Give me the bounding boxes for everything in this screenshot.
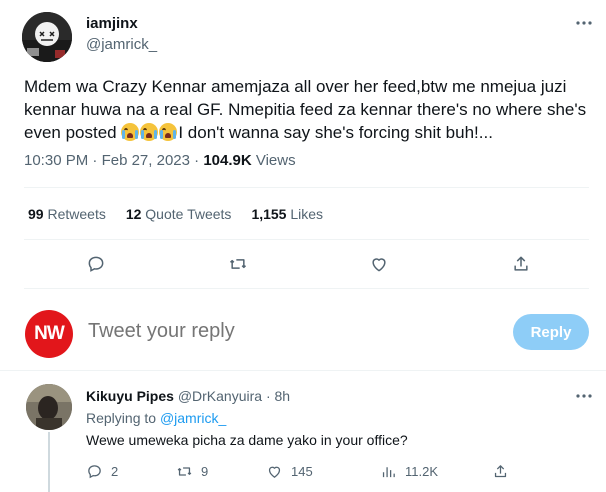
divider — [0, 370, 606, 371]
tweet-text-part2: I don't wanna say she's forcing shit buh… — [178, 123, 493, 142]
heart-icon — [268, 466, 281, 478]
author-handle[interactable]: @jamrick_ — [86, 36, 157, 53]
replying-to: Replying to @jamrick_ — [86, 410, 227, 426]
reply-text: Wewe umeweka picha za dame yako in your … — [86, 432, 408, 448]
reply-share-action[interactable] — [492, 463, 509, 480]
tweet-text: Mdem wa Crazy Kennar amemjaza all over h… — [24, 75, 594, 144]
quotes-stat[interactable]: 12 Quote Tweets — [126, 206, 232, 222]
retweet-icon — [177, 467, 192, 476]
reply-icon — [88, 465, 101, 479]
views-icon — [382, 467, 395, 478]
more-icon[interactable] — [575, 387, 593, 410]
reply-reply-count: 2 — [111, 464, 119, 479]
reply-button[interactable]: Reply — [513, 314, 589, 350]
reply-reply-action[interactable]: 2 — [86, 463, 118, 480]
replying-to-handle[interactable]: @jamrick_ — [160, 410, 226, 426]
reply-author-name[interactable]: Kikuyu Pipes — [86, 388, 174, 404]
thread-line — [48, 432, 50, 492]
reply-separator: · — [262, 388, 275, 404]
current-user-avatar[interactable]: NW — [25, 310, 73, 358]
author-avatar[interactable] — [22, 12, 72, 62]
reply-author-avatar[interactable] — [26, 384, 72, 430]
crying-emoji-icon — [121, 123, 140, 141]
more-icon[interactable] — [575, 14, 593, 37]
tweet-meta: 10:30 PM · Feb 27, 2023 · 104.9K Views — [24, 152, 296, 169]
retweets-stat[interactable]: 99 Retweets — [28, 206, 106, 222]
divider — [24, 187, 589, 188]
views-count: 104.9K — [203, 152, 252, 169]
tweet-date[interactable]: Feb 27, 2023 — [102, 152, 190, 169]
reply-like-count: 145 — [291, 464, 313, 479]
reply-views-count: 11.2K — [405, 464, 439, 479]
reply-author-handle[interactable]: @DrKanyuira — [178, 388, 262, 404]
reply-author-line: Kikuyu Pipes @DrKanyuira · 8h — [86, 388, 290, 404]
share-icon[interactable] — [510, 253, 532, 275]
reply-icon[interactable] — [85, 253, 107, 275]
tweet-time[interactable]: 10:30 PM — [24, 152, 88, 169]
views-label: Views — [255, 152, 296, 169]
reply-retweet-count: 9 — [201, 464, 209, 479]
likes-stat[interactable]: 1,155 Likes — [251, 206, 323, 222]
retweet-icon[interactable] — [227, 253, 249, 275]
heart-icon[interactable] — [368, 253, 390, 275]
share-icon — [494, 465, 507, 478]
author-display-name[interactable]: iamjinx — [86, 15, 138, 32]
divider — [24, 288, 589, 289]
divider — [24, 239, 589, 240]
reply-like-action[interactable]: 145 — [266, 463, 313, 480]
reply-views-action[interactable]: 11.2K — [380, 463, 438, 480]
crying-emoji-icon — [140, 123, 159, 141]
reply-retweet-action[interactable]: 9 — [176, 463, 208, 480]
reply-time[interactable]: 8h — [275, 388, 291, 404]
tweet-stats: 99 Retweets 12 Quote Tweets 1,155 Likes — [28, 206, 323, 222]
reply-input[interactable] — [88, 320, 488, 343]
crying-emoji-icon — [159, 123, 178, 141]
